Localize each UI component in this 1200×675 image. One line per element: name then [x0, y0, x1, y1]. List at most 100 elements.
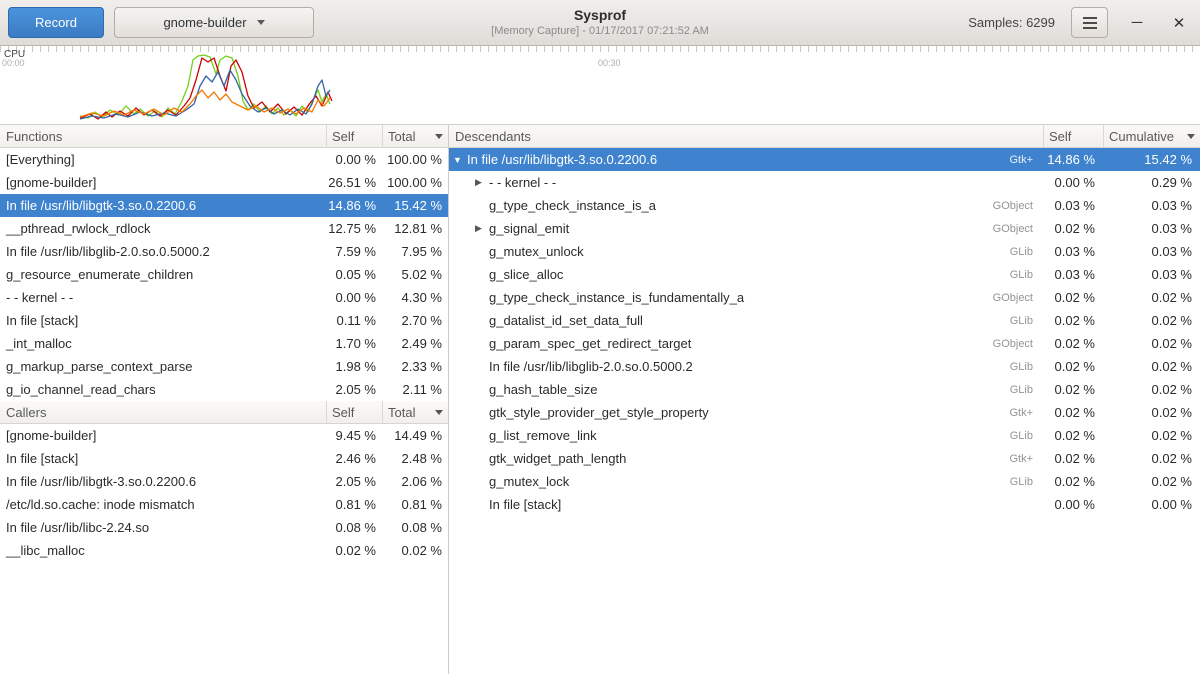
function-name: g_io_channel_read_chars — [0, 382, 326, 397]
table-row[interactable]: g_param_spec_get_redirect_targetGObject0… — [449, 332, 1200, 355]
self-value: 9.45 % — [326, 428, 382, 443]
functions-total-column-header[interactable]: Total — [382, 125, 448, 147]
cumulative-value: 0.03 % — [1103, 221, 1200, 236]
table-row[interactable]: g_list_remove_linkGLib0.02 %0.02 % — [449, 424, 1200, 447]
total-value: 100.00 % — [382, 152, 448, 167]
library-tag: Gtk+ — [1009, 453, 1043, 465]
library-tag: GObject — [993, 223, 1043, 235]
menu-button[interactable] — [1071, 7, 1108, 38]
function-name: g_resource_enumerate_children — [0, 267, 326, 282]
table-row[interactable]: g_resource_enumerate_children0.05 %5.02 … — [0, 263, 448, 286]
self-value: 0.02 % — [1043, 221, 1103, 236]
cumulative-value: 0.02 % — [1103, 428, 1200, 443]
table-row-selected[interactable]: ▼In file /usr/lib/libgtk-3.so.0.2200.6Gt… — [449, 148, 1200, 171]
descendants-self-column-header[interactable]: Self — [1043, 125, 1103, 147]
self-value: 2.05 % — [326, 382, 382, 397]
library-tag: GLib — [1010, 246, 1043, 258]
sort-indicator-icon — [435, 410, 443, 415]
expander-icon[interactable]: ▼ — [453, 155, 467, 165]
self-value: 12.75 % — [326, 221, 382, 236]
total-value: 14.49 % — [382, 428, 448, 443]
cumulative-value: 0.03 % — [1103, 244, 1200, 259]
table-row[interactable]: ▶- - kernel - -0.00 %0.29 % — [449, 171, 1200, 194]
table-row[interactable]: g_slice_allocGLib0.03 %0.03 % — [449, 263, 1200, 286]
functions-self-column-header[interactable]: Self — [326, 125, 382, 147]
total-value: 2.33 % — [382, 359, 448, 374]
minimize-button[interactable]: ─ — [1124, 14, 1150, 31]
target-selector-dropdown[interactable]: gnome-builder — [114, 7, 314, 38]
table-row[interactable]: g_mutex_lockGLib0.02 %0.02 % — [449, 470, 1200, 493]
caller-name: /etc/ld.so.cache: inode mismatch — [0, 497, 326, 512]
sort-indicator-icon — [1187, 134, 1195, 139]
table-row[interactable]: In file [stack]0.11 %2.70 % — [0, 309, 448, 332]
table-row-selected[interactable]: In file /usr/lib/libgtk-3.so.0.2200.614.… — [0, 194, 448, 217]
table-row[interactable]: /etc/ld.so.cache: inode mismatch0.81 %0.… — [0, 493, 448, 516]
table-row[interactable]: ▶g_signal_emitGObject0.02 %0.03 % — [449, 217, 1200, 240]
table-row[interactable]: - - kernel - -0.00 %4.30 % — [0, 286, 448, 309]
caller-name: __libc_malloc — [0, 543, 326, 558]
function-name: g_list_remove_link — [489, 428, 597, 443]
function-name: - - kernel - - — [0, 290, 326, 305]
close-button[interactable]: ✕ — [1166, 14, 1192, 32]
table-row[interactable]: [Everything]0.00 %100.00 % — [0, 148, 448, 171]
table-row[interactable]: In file /usr/lib/libc-2.24.so0.08 %0.08 … — [0, 516, 448, 539]
descendants-cumulative-column-header[interactable]: Cumulative — [1103, 125, 1200, 147]
callers-column-header[interactable]: Callers — [0, 405, 326, 420]
table-row[interactable]: In file [stack]2.46 %2.48 % — [0, 447, 448, 470]
table-row[interactable]: _int_malloc1.70 %2.49 % — [0, 332, 448, 355]
expander-icon[interactable]: ▶ — [475, 177, 489, 188]
expander-icon[interactable]: ▶ — [475, 223, 489, 234]
target-selector-label: gnome-builder — [163, 15, 246, 30]
table-row[interactable]: In file /usr/lib/libgtk-3.so.0.2200.62.0… — [0, 470, 448, 493]
table-row[interactable]: In file /usr/lib/libglib-2.0.so.0.5000.2… — [0, 240, 448, 263]
sort-indicator-icon — [435, 134, 443, 139]
table-row[interactable]: g_io_channel_read_chars2.05 %2.11 % — [0, 378, 448, 401]
table-row[interactable]: gtk_style_provider_get_style_propertyGtk… — [449, 401, 1200, 424]
samples-count: Samples: 6299 — [968, 15, 1055, 30]
callers-self-column-header[interactable]: Self — [326, 401, 382, 423]
total-value: 4.30 % — [382, 290, 448, 305]
table-row[interactable]: [gnome-builder]9.45 %14.49 % — [0, 424, 448, 447]
table-row[interactable]: g_mutex_unlockGLib0.03 %0.03 % — [449, 240, 1200, 263]
functions-column-header[interactable]: Functions — [0, 129, 326, 144]
cpu-timeline[interactable]: CPU 00:00 00:30 — [0, 46, 1200, 125]
table-row[interactable]: g_markup_parse_context_parse1.98 %2.33 % — [0, 355, 448, 378]
callers-total-column-header[interactable]: Total — [382, 401, 448, 423]
function-name: In file /usr/lib/libglib-2.0.so.0.5000.2 — [0, 244, 326, 259]
total-value: 0.08 % — [382, 520, 448, 535]
record-button[interactable]: Record — [8, 7, 104, 38]
descendants-column-header[interactable]: Descendants — [449, 129, 1043, 144]
table-row[interactable]: __pthread_rwlock_rdlock12.75 %12.81 % — [0, 217, 448, 240]
library-tag: GLib — [1010, 476, 1043, 488]
chevron-down-icon — [257, 20, 265, 25]
table-row[interactable]: gtk_widget_path_lengthGtk+0.02 %0.02 % — [449, 447, 1200, 470]
table-row[interactable]: [gnome-builder]26.51 %100.00 % — [0, 171, 448, 194]
left-pane: Functions Self Total [Everything]0.00 %1… — [0, 125, 449, 674]
self-value: 0.02 % — [1043, 474, 1103, 489]
self-value: 0.00 % — [1043, 497, 1103, 512]
function-name: In file [stack] — [489, 497, 561, 512]
self-value: 0.00 % — [326, 152, 382, 167]
cumulative-value: 0.03 % — [1103, 267, 1200, 282]
table-row[interactable]: g_type_check_instance_is_aGObject0.03 %0… — [449, 194, 1200, 217]
function-name: g_datalist_id_set_data_full — [489, 313, 643, 328]
caller-name: In file [stack] — [0, 451, 326, 466]
self-value: 1.70 % — [326, 336, 382, 351]
cumulative-value: 0.02 % — [1103, 290, 1200, 305]
total-value: 7.95 % — [382, 244, 448, 259]
table-row[interactable]: __libc_malloc0.02 %0.02 % — [0, 539, 448, 562]
table-row[interactable]: g_type_check_instance_is_fundamentally_a… — [449, 286, 1200, 309]
library-tag: GObject — [993, 338, 1043, 350]
cumulative-value: 0.00 % — [1103, 497, 1200, 512]
self-value: 7.59 % — [326, 244, 382, 259]
function-name: g_type_check_instance_is_a — [489, 198, 656, 213]
callers-table-header: Callers Self Total — [0, 401, 448, 424]
self-value: 14.86 % — [326, 198, 382, 213]
library-tag: GLib — [1010, 430, 1043, 442]
table-row[interactable]: In file /usr/lib/libglib-2.0.so.0.5000.2… — [449, 355, 1200, 378]
table-row[interactable]: g_hash_table_sizeGLib0.02 %0.02 % — [449, 378, 1200, 401]
total-value: 2.70 % — [382, 313, 448, 328]
table-row[interactable]: In file [stack] 0.00 %0.00 % — [449, 493, 1200, 516]
library-tag: GLib — [1010, 269, 1043, 281]
table-row[interactable]: g_datalist_id_set_data_fullGLib0.02 %0.0… — [449, 309, 1200, 332]
